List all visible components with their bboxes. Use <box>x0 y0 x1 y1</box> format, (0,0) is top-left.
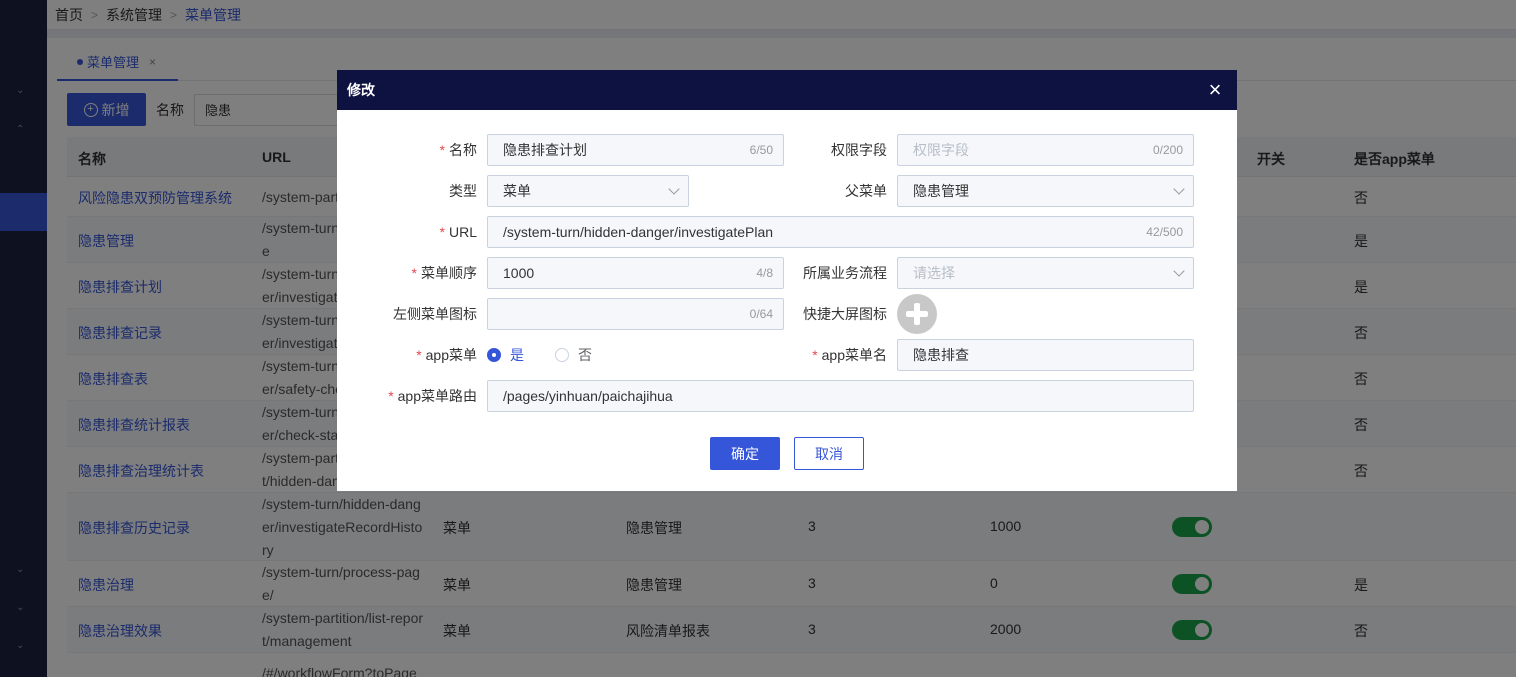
left-icon-input[interactable]: 0/64 <box>487 298 784 330</box>
perm-label: 权限字段 <box>831 142 887 158</box>
name-input[interactable]: 隐患排查计划 6/50 <box>487 134 784 166</box>
app-menu-no-radio[interactable]: 否 <box>555 339 592 371</box>
chevron-down-icon <box>668 183 680 195</box>
required-mark: * <box>439 224 445 240</box>
chevron-down-icon <box>1173 265 1185 277</box>
order-input[interactable]: 1000 4/8 <box>487 257 784 289</box>
dialog-header: 修改 × <box>337 70 1237 110</box>
type-label: 类型 <box>449 183 477 199</box>
app-name-input[interactable]: 隐患排查 <box>897 339 1194 371</box>
screen-icon-label: 快捷大屏图标 <box>803 306 887 322</box>
app-menu-label: * app菜单 <box>416 347 477 363</box>
left-icon-count: 0/64 <box>749 307 773 321</box>
name-label: * 名称 <box>439 142 477 158</box>
flow-label: 所属业务流程 <box>803 265 887 281</box>
left-icon-label: 左侧菜单图标 <box>393 306 477 322</box>
order-label: * 菜单顺序 <box>411 265 477 281</box>
perm-input[interactable]: 权限字段 0/200 <box>897 134 1194 166</box>
url-count: 42/500 <box>1146 225 1183 239</box>
app-route-input[interactable]: /pages/yinhuan/paichajihua <box>487 380 1194 412</box>
url-label: * URL <box>439 224 477 240</box>
chevron-down-icon <box>1173 183 1185 195</box>
required-mark: * <box>388 388 394 404</box>
type-select[interactable]: 菜单 <box>487 175 689 207</box>
parent-select[interactable]: 隐患管理 <box>897 175 1194 207</box>
flow-select[interactable]: 请选择 <box>897 257 1194 289</box>
dialog-title: 修改 <box>347 82 375 98</box>
parent-label: 父菜单 <box>845 183 887 199</box>
url-input[interactable]: /system-turn/hidden-danger/investigatePl… <box>487 216 1194 248</box>
perm-count: 0/200 <box>1152 143 1183 157</box>
app-name-label: * app菜单名 <box>812 347 887 363</box>
app-route-label: * app菜单路由 <box>388 388 477 404</box>
cancel-button[interactable]: 取消 <box>794 437 864 470</box>
plus-upload-icon[interactable] <box>897 294 937 334</box>
required-mark: * <box>416 347 422 363</box>
radio-unchecked-icon <box>555 348 569 362</box>
confirm-button[interactable]: 确定 <box>710 437 780 470</box>
radio-checked-icon <box>487 348 501 362</box>
required-mark: * <box>812 347 818 363</box>
edit-dialog: 修改 × * 名称 隐患排查计划 6/50 权限字段 权限字段 0/200 类型 菜单… <box>337 70 1237 491</box>
close-icon[interactable]: × <box>1205 79 1225 101</box>
order-count: 4/8 <box>756 266 773 280</box>
required-mark: * <box>439 142 445 158</box>
name-count: 6/50 <box>749 143 773 157</box>
required-mark: * <box>411 265 417 281</box>
app-menu-yes-radio[interactable]: 是 <box>487 339 524 371</box>
